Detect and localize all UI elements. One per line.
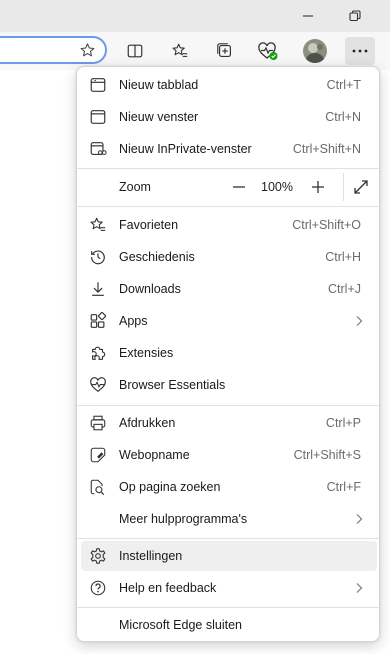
- menu-item-shortcut: Ctrl+Shift+S: [293, 448, 361, 462]
- menu-item-label: Favorieten: [119, 218, 179, 232]
- menu-item-more-tools[interactable]: Meer hulpprogramma's: [81, 504, 377, 534]
- print-icon: [89, 414, 107, 432]
- menu-item-shortcut: Ctrl+F: [326, 480, 361, 494]
- menu-item-settings[interactable]: Instellingen: [81, 541, 377, 571]
- menu-item-label: Nieuw tabblad: [119, 78, 199, 92]
- window-title-bar: [0, 0, 390, 32]
- menu-item-label: Instellingen: [119, 549, 183, 563]
- menu-item-new-tab[interactable]: Nieuw tabblad Ctrl+T: [81, 70, 377, 100]
- browser-toolbar: [0, 32, 390, 70]
- menu-item-shortcut: Ctrl+N: [325, 110, 361, 124]
- menu-divider: [77, 206, 379, 207]
- more-icon: [352, 49, 368, 53]
- minus-icon: [233, 186, 245, 188]
- extensions-icon: [89, 344, 107, 362]
- menu-item-extensions[interactable]: Extensies: [81, 338, 377, 368]
- inprivate-icon: [89, 140, 107, 158]
- menu-item-label: Nieuw InPrivate-venster: [119, 142, 252, 156]
- menu-item-history[interactable]: Geschiedenis Ctrl+H: [81, 242, 377, 272]
- menu-item-shortcut: Ctrl+P: [325, 416, 361, 430]
- find-icon: [89, 478, 107, 496]
- profile-avatar: [303, 39, 327, 63]
- expand-icon: [354, 180, 368, 194]
- browser-essentials-icon: [258, 42, 278, 60]
- chevron-right-icon: [356, 583, 363, 593]
- menu-divider: [77, 538, 379, 539]
- history-icon: [89, 248, 107, 266]
- menu-item-apps[interactable]: Apps: [81, 306, 377, 336]
- menu-item-label: Help en feedback: [119, 581, 217, 595]
- web-capture-icon: [89, 446, 107, 464]
- new-window-icon: [89, 108, 107, 126]
- menu-item-label: Op pagina zoeken: [119, 480, 221, 494]
- menu-item-label: Webopname: [119, 448, 190, 462]
- menu-item-shortcut: Ctrl+Shift+O: [292, 218, 361, 232]
- favorites-icon: [89, 216, 107, 234]
- restore-button[interactable]: [343, 4, 367, 28]
- menu-item-downloads[interactable]: Downloads Ctrl+J: [81, 274, 377, 304]
- chevron-right-icon: [356, 316, 363, 326]
- menu-item-label: Geschiedenis: [119, 250, 195, 264]
- menu-item-shortcut: Ctrl+T: [326, 78, 361, 92]
- apps-icon: [89, 312, 107, 330]
- menu-item-web-capture[interactable]: Webopname Ctrl+Shift+S: [81, 440, 377, 470]
- profile-button[interactable]: [300, 37, 330, 65]
- star-outline-icon[interactable]: [79, 42, 96, 59]
- favorites-button[interactable]: [165, 37, 195, 65]
- plus-icon: [312, 181, 324, 193]
- chevron-right-icon: [356, 514, 363, 524]
- split-screen-button[interactable]: [120, 37, 150, 65]
- collections-icon: [217, 43, 231, 57]
- menu-item-label: Extensies: [119, 346, 174, 360]
- menu-item-label: Browser Essentials: [119, 378, 226, 392]
- settings-icon: [89, 547, 107, 565]
- favorites-icon: [172, 43, 188, 57]
- menu-item-label: Nieuw venster: [119, 110, 199, 124]
- menu-item-print[interactable]: Afdrukken Ctrl+P: [81, 408, 377, 438]
- collections-button[interactable]: [210, 37, 240, 65]
- menu-item-shortcut: Ctrl+J: [328, 282, 361, 296]
- split-screen-icon: [127, 44, 143, 58]
- menu-divider: [77, 607, 379, 608]
- menu-divider: [77, 168, 379, 169]
- menu-item-find-on-page[interactable]: Op pagina zoeken Ctrl+F: [81, 472, 377, 502]
- zoom-value: 100%: [261, 180, 293, 194]
- menu-item-shortcut: Ctrl+H: [325, 250, 361, 264]
- minimize-icon: [303, 15, 313, 17]
- zoom-out-button[interactable]: [226, 174, 252, 200]
- help-icon: [89, 579, 107, 597]
- address-bar[interactable]: [0, 36, 107, 64]
- download-icon: [89, 280, 107, 298]
- minimize-button[interactable]: [296, 4, 320, 28]
- menu-item-label: Microsoft Edge sluiten: [119, 618, 242, 632]
- zoom-label: Zoom: [119, 180, 151, 194]
- menu-item-help-and-feedback[interactable]: Help en feedback: [81, 573, 377, 603]
- menu-item-label: Afdrukken: [119, 416, 176, 430]
- menu-divider: [77, 405, 379, 406]
- zoom-in-button[interactable]: [305, 174, 331, 200]
- full-screen-button[interactable]: [348, 174, 374, 200]
- settings-and-more-menu: Nieuw tabblad Ctrl+T Nieuw venster Ctrl+…: [76, 66, 380, 642]
- menu-item-new-inprivate-window[interactable]: Nieuw InPrivate-venster Ctrl+Shift+N: [81, 134, 377, 164]
- menu-item-close-edge[interactable]: Microsoft Edge sluiten: [81, 610, 377, 640]
- heartbeat-icon: [89, 376, 107, 394]
- zoom-divider: [343, 173, 344, 201]
- menu-item-label: Downloads: [119, 282, 181, 296]
- browser-essentials-button[interactable]: [253, 37, 283, 65]
- new-tab-icon: [89, 76, 107, 94]
- menu-item-shortcut: Ctrl+Shift+N: [292, 142, 361, 156]
- menu-item-label: Apps: [119, 314, 148, 328]
- restore-icon: [349, 10, 361, 22]
- menu-item-browser-essentials[interactable]: Browser Essentials: [81, 370, 377, 400]
- menu-item-favorites[interactable]: Favorieten Ctrl+Shift+O: [81, 210, 377, 240]
- menu-item-label: Meer hulpprogramma's: [119, 512, 248, 526]
- menu-item-new-window[interactable]: Nieuw venster Ctrl+N: [81, 102, 377, 132]
- zoom-row: Zoom 100%: [81, 170, 377, 204]
- more-button[interactable]: [345, 37, 375, 65]
